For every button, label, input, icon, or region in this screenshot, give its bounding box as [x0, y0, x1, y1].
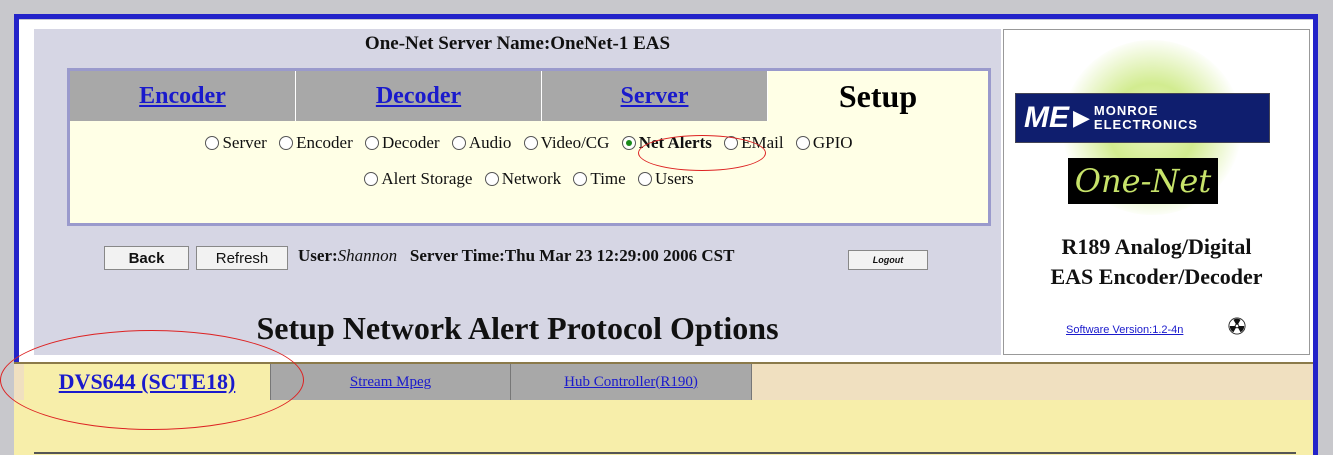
- radio-decoder[interactable]: Decoder: [364, 133, 440, 153]
- tab-decoder[interactable]: Decoder: [296, 71, 542, 121]
- software-version-link[interactable]: Software Version:1.2-4n: [1066, 324, 1183, 336]
- radio-button-icon[interactable]: [205, 136, 220, 150]
- user-status-line: User:Shannon Server Time:Thu Mar 23 12:2…: [298, 246, 734, 266]
- radio-button-checked-icon[interactable]: [621, 136, 636, 150]
- product-title: R189 Analog/Digital EAS Encoder/Decoder: [1050, 234, 1263, 289]
- radio-button-icon[interactable]: [637, 172, 652, 186]
- radio-server[interactable]: Server: [205, 133, 267, 153]
- subtab-hub-controller[interactable]: Hub Controller(R190): [510, 364, 752, 400]
- radio-users[interactable]: Users: [637, 169, 694, 189]
- back-button[interactable]: Back: [104, 246, 189, 270]
- user-name: Shannon: [337, 246, 398, 265]
- refresh-button[interactable]: Refresh: [196, 246, 288, 270]
- subtab-stream-mpeg[interactable]: Stream Mpeg: [270, 364, 510, 400]
- tab-encoder[interactable]: Encoder: [70, 71, 296, 121]
- radio-button-icon[interactable]: [573, 172, 588, 186]
- radio-button-icon[interactable]: [364, 172, 379, 186]
- logout-button[interactable]: Logout: [848, 250, 928, 270]
- logo-arrow-icon: ▶: [1073, 105, 1090, 130]
- user-label: User:: [298, 246, 338, 265]
- radio-time[interactable]: Time: [573, 169, 626, 189]
- radio-audio[interactable]: Audio: [451, 133, 511, 153]
- logo-mark: ME: [1024, 101, 1069, 134]
- tab-server-link[interactable]: Server: [621, 83, 689, 110]
- radio-group-row-1: Server Encoder Decoder Audio Video/CG Ne…: [70, 133, 988, 155]
- radio-button-icon[interactable]: [451, 136, 466, 150]
- page-border-top: [14, 14, 1318, 19]
- radio-button-icon[interactable]: [364, 136, 379, 150]
- tab-row: Encoder Decoder Server Setup: [70, 71, 988, 121]
- subtab-stream-mpeg-link[interactable]: Stream Mpeg: [350, 374, 431, 391]
- navigation-tabs: Encoder Decoder Server Setup Server Enco…: [67, 68, 991, 226]
- radio-video-cg[interactable]: Video/CG: [523, 133, 609, 153]
- server-time: Server Time:Thu Mar 23 12:29:00 2006 CST: [409, 246, 735, 265]
- radio-alert-storage[interactable]: Alert Storage: [364, 169, 472, 189]
- highlight-ellipse-net-alerts: [638, 135, 766, 171]
- highlight-ellipse-dvs644: [0, 330, 304, 430]
- one-net-logo: One-Net: [1068, 158, 1218, 204]
- radio-button-icon[interactable]: [523, 136, 538, 150]
- page-border-right: [1313, 14, 1318, 455]
- tab-server[interactable]: Server: [542, 71, 768, 121]
- radio-button-icon[interactable]: [484, 172, 499, 186]
- logo-text: MONROE ELECTRONICS: [1093, 103, 1199, 132]
- radio-gpio[interactable]: GPIO: [795, 133, 853, 153]
- one-net-logo-text: One-Net: [1074, 162, 1212, 200]
- tab-setup[interactable]: Setup: [768, 71, 988, 121]
- radio-button-icon[interactable]: [795, 136, 810, 150]
- server-name: One-Net Server Name:OneNet-1 EAS: [364, 33, 671, 54]
- tab-setup-label: Setup: [838, 77, 918, 114]
- radio-encoder[interactable]: Encoder: [279, 133, 353, 153]
- radiation-icon[interactable]: [1228, 317, 1246, 335]
- radio-network[interactable]: Network: [484, 169, 561, 189]
- tab-encoder-link[interactable]: Encoder: [139, 83, 226, 110]
- tab-decoder-link[interactable]: Decoder: [376, 83, 461, 110]
- monroe-electronics-logo: ME ▶ MONROE ELECTRONICS: [1015, 93, 1270, 143]
- radio-group-row-2: Alert Storage Network Time Users: [70, 169, 988, 191]
- content-divider: [34, 452, 1296, 454]
- subtab-hub-controller-link[interactable]: Hub Controller(R190): [564, 374, 698, 391]
- radio-button-icon[interactable]: [279, 136, 294, 150]
- window-frame-right: [1318, 0, 1333, 455]
